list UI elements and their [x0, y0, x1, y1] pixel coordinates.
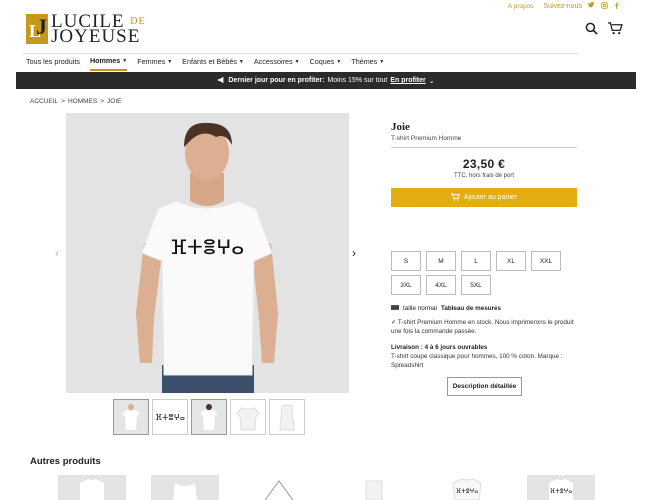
related-product-2[interactable]: [151, 475, 219, 500]
related-product-1[interactable]: [58, 475, 126, 500]
thumbnail-5[interactable]: [269, 399, 305, 435]
megaphone-icon: [217, 76, 225, 86]
search-icon[interactable]: [585, 22, 598, 40]
cart-icon[interactable]: [608, 22, 623, 40]
add-to-cart-button[interactable]: Ajouter au panier: [391, 188, 577, 207]
size-selector: S M L XL XXL 3XL 4XL 5XL: [391, 251, 561, 295]
detailed-description-button[interactable]: Description détaillée: [447, 377, 522, 396]
other-products-title: Autres produits: [30, 456, 101, 467]
chevron-down-icon: ▼: [167, 58, 173, 65]
tax-note: TTC, hors frais de port: [453, 173, 515, 179]
breadcrumb-hommes[interactable]: HOMMES: [68, 98, 97, 105]
svg-text:ⴼⵜⴻⵖⴰ: ⴼⵜⴻⵖⴰ: [155, 413, 185, 422]
prev-image-arrow[interactable]: ‹: [55, 248, 59, 260]
fit-info: taille normal Tableau de mesures: [391, 305, 501, 312]
shirt-print: ⴼⵜⴻⵖⴰ: [170, 235, 244, 259]
promo-link[interactable]: En profiter: [390, 77, 425, 84]
logo-mark: L J: [26, 14, 48, 44]
thumbnail-4[interactable]: [230, 399, 266, 435]
brand-logo[interactable]: L J LUCILE DE JOYEUSE: [26, 11, 146, 47]
follow-label: Suivez-nous: [543, 2, 582, 10]
cart-icon: [450, 192, 460, 203]
nav-item-coques[interactable]: Coques ▼: [310, 53, 342, 70]
svg-text:ⴼⵜⴻⵖⴰ: ⴼⵜⴻⵖⴰ: [550, 488, 572, 495]
size-option-l[interactable]: L: [461, 251, 491, 271]
delivery-text: T-shirt coupe classique pour hommes, 100…: [391, 353, 563, 369]
related-product-4[interactable]: [340, 475, 408, 500]
product-info: Joie T-shirt Premium Homme 23,50 € TTC, …: [391, 121, 577, 207]
thumbnail-3[interactable]: [191, 399, 227, 435]
related-product-3[interactable]: [245, 475, 313, 500]
product-title: Joie: [391, 121, 410, 133]
chevron-down-icon: ▼: [336, 58, 342, 65]
delivery-title: Livraison : 4 à 6 jours ouvrables: [391, 344, 488, 351]
nav-item-enfants[interactable]: Enfants et Bébés ▼: [182, 53, 244, 70]
chevron-down-icon: ▼: [379, 58, 385, 65]
nav-item-themes[interactable]: Thèmes ▼: [351, 53, 384, 70]
promo-bold: Dernier jour pour en profiter:: [228, 77, 325, 84]
thumbnail-strip: ⴼⵜⴻⵖⴰ: [113, 399, 305, 435]
breadcrumb-home[interactable]: ACCUEIL: [30, 98, 58, 105]
twitter-icon[interactable]: [588, 1, 595, 11]
size-option-s[interactable]: S: [391, 251, 421, 271]
chevron-down-icon: ▼: [122, 57, 128, 64]
next-image-arrow[interactable]: ›: [352, 246, 356, 260]
product-price: 23,50 €: [462, 157, 506, 171]
size-option-m[interactable]: M: [426, 251, 456, 271]
social-links: Suivez-nous: [543, 1, 619, 11]
nav-item-hommes[interactable]: Hommes ▼: [89, 52, 128, 71]
delivery-info: Livraison : 4 à 6 jours ouvrables T-shir…: [391, 343, 577, 370]
fit-label: taille normal: [403, 305, 437, 312]
nav-item-all-products[interactable]: Tous les produits: [26, 53, 80, 70]
chevron-down-icon: ▼: [294, 58, 300, 65]
ruler-icon: [391, 305, 399, 312]
breadcrumb: ACCUEIL > HOMMES > JOIE: [30, 98, 122, 105]
stock-info: ✓ T-shirt Premium Homme en stock. Nous i…: [391, 319, 574, 335]
size-option-xl[interactable]: XL: [496, 251, 526, 271]
product-subtitle: T-shirt Premium Homme: [391, 135, 577, 148]
thumbnail-1[interactable]: [113, 399, 149, 435]
header-icons: [585, 22, 623, 40]
nav-item-accessoires[interactable]: Accessoires ▼: [254, 53, 300, 70]
svg-text:ⴼⵜⴻⵖⴰ: ⴼⵜⴻⵖⴰ: [456, 488, 478, 495]
promo-banner[interactable]: Dernier jour pour en profiter: Moins 15%…: [16, 72, 636, 89]
size-option-5xl[interactable]: 5XL: [461, 275, 491, 295]
top-bar: A propos Suivez-nous: [508, 0, 619, 12]
nav-item-femmes[interactable]: Femmes ▼: [137, 53, 172, 70]
size-option-xxl[interactable]: XXL: [531, 251, 561, 271]
size-option-4xl[interactable]: 4XL: [426, 275, 456, 295]
size-option-3xl[interactable]: 3XL: [391, 275, 421, 295]
main-nav: Tous les produits Hommes ▼ Femmes ▼ Enfant…: [23, 52, 578, 71]
related-product-5[interactable]: ⴼⵜⴻⵖⴰ: [433, 475, 501, 500]
instagram-icon[interactable]: [601, 1, 608, 11]
about-link[interactable]: A propos: [508, 3, 534, 10]
promo-text: Moins 15% sur tout: [327, 77, 388, 84]
logo-wordmark: LUCILE DE JOYEUSE: [51, 11, 146, 47]
product-main-image[interactable]: ⴼⵜⴻⵖⴰ: [66, 113, 349, 393]
chevron-down-icon: ▼: [238, 58, 244, 65]
breadcrumb-current: JOIE: [107, 98, 122, 105]
size-table-link[interactable]: Tableau de mesures: [441, 305, 501, 312]
chevron-down-icon: ⌄: [428, 77, 435, 85]
related-product-6[interactable]: ⴼⵜⴻⵖⴰ: [527, 475, 595, 500]
facebook-icon[interactable]: [614, 1, 619, 11]
thumbnail-2[interactable]: ⴼⵜⴻⵖⴰ: [152, 399, 188, 435]
